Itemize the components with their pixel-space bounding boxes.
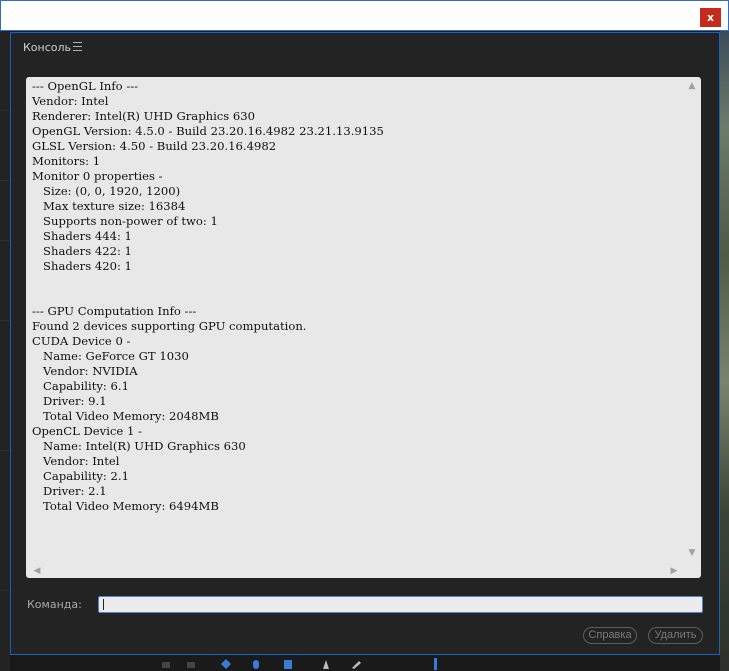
window-title-bar: x bbox=[0, 0, 729, 31]
background-toolbar bbox=[10, 655, 720, 671]
tool-icon bbox=[253, 660, 259, 669]
help-button[interactable]: Справка bbox=[583, 627, 637, 644]
close-icon: x bbox=[706, 11, 715, 24]
horizontal-scrollbar[interactable]: ◀ ▶ bbox=[26, 563, 701, 578]
tool-icon bbox=[187, 662, 195, 668]
hamburger-menu-icon[interactable] bbox=[73, 42, 82, 51]
tool-icon bbox=[221, 659, 231, 669]
scroll-down-arrow-icon[interactable]: ▼ bbox=[687, 548, 697, 558]
background-app-right-edge bbox=[720, 30, 729, 671]
background-app-left-edge bbox=[0, 30, 10, 671]
command-label: Команда: bbox=[27, 598, 82, 611]
console-output-area[interactable]: --- OpenGL Info --- Vendor: Intel Render… bbox=[26, 77, 701, 578]
delete-button[interactable]: Удалить bbox=[648, 627, 703, 644]
close-button[interactable]: x bbox=[700, 8, 721, 27]
tab-console[interactable]: Консоль bbox=[23, 40, 71, 56]
scroll-up-arrow-icon[interactable]: ▲ bbox=[687, 81, 697, 91]
tool-icon bbox=[162, 662, 170, 668]
vertical-scrollbar[interactable]: ▲ ▼ bbox=[683, 77, 701, 563]
scroll-right-arrow-icon[interactable]: ▶ bbox=[669, 566, 679, 576]
tool-icon bbox=[434, 658, 437, 670]
scroll-left-arrow-icon[interactable]: ◀ bbox=[32, 566, 42, 576]
tool-icon bbox=[352, 661, 361, 669]
tool-icon bbox=[323, 660, 329, 669]
command-input[interactable] bbox=[98, 596, 703, 613]
text-caret bbox=[103, 599, 104, 610]
tool-icon bbox=[284, 660, 292, 669]
console-output-text: --- OpenGL Info --- Vendor: Intel Render… bbox=[32, 79, 384, 513]
